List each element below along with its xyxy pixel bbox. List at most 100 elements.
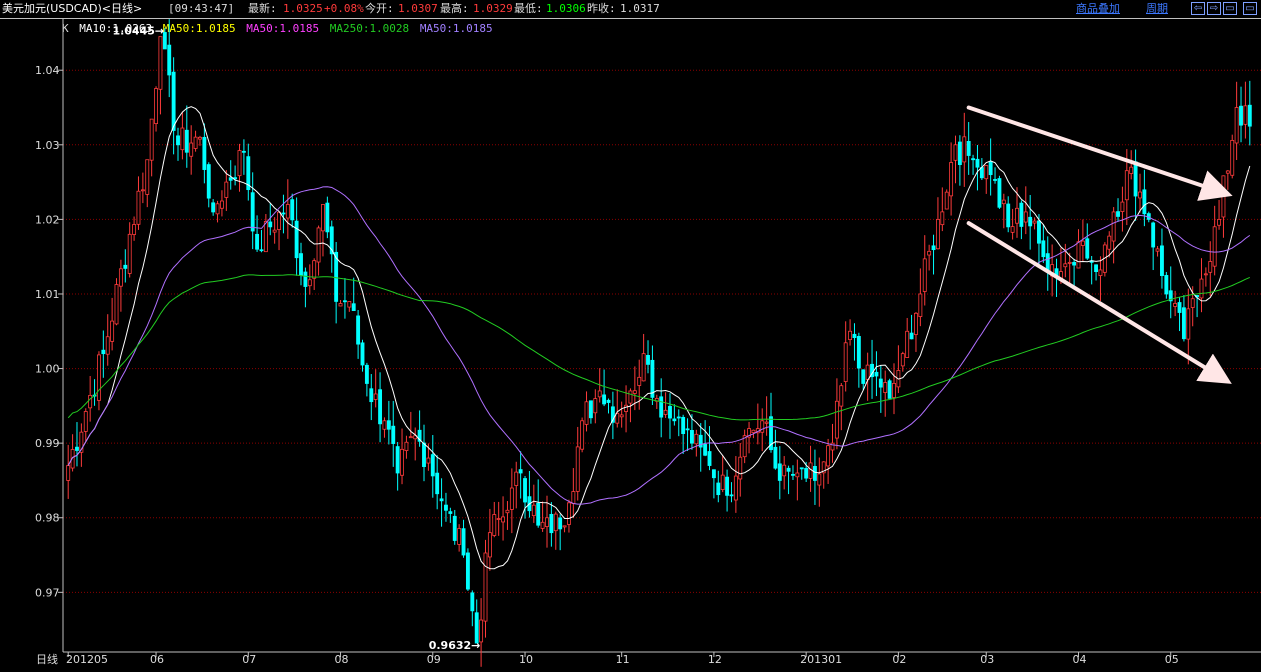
candle-body [865,364,870,380]
candle-body [1019,202,1024,227]
low-annotation: 0.9632→ [429,639,481,652]
candle-body [874,371,879,377]
candle-body [856,336,861,369]
candle-body [426,457,431,464]
candle-body [250,192,255,232]
candle-body [953,144,958,161]
candle-body [597,390,602,398]
candle-body [501,516,506,523]
candle-body [1041,240,1046,258]
candle-body [672,418,677,422]
candle-body [786,467,791,472]
x-tick-label: 201301 [800,653,842,666]
candle-body [567,502,571,525]
candle-body [75,446,79,451]
candle-body [979,167,984,179]
candle-body [136,190,141,225]
candle-body [435,472,440,495]
candle-body [224,181,229,198]
candle-body [914,312,918,335]
candle-body [1063,263,1068,268]
candle-body [373,393,378,400]
candle-body [1225,170,1230,174]
x-tick-label: 12 [708,653,722,666]
candle-body [386,420,391,430]
candle-body [97,354,101,401]
candle-body [1221,175,1226,218]
candle-body [782,464,787,477]
y-tick-label: 1.01 [35,288,60,301]
y-tick-label: 1.00 [35,363,60,376]
candle-body [268,221,273,228]
candle-body [105,336,110,355]
candle-body [1032,220,1037,224]
candle-body [1006,203,1011,228]
x-tick-label: 04 [1072,653,1086,666]
candle-body [1080,240,1085,246]
y-tick-label: 1.03 [35,139,60,152]
candle-body [1142,189,1147,215]
x-tick-label: 10 [519,653,533,666]
y-tick-label: 0.98 [35,512,60,525]
candle-body [509,487,514,510]
candle-body [540,521,545,529]
ma50-line [67,186,1251,505]
candle-body [470,592,475,612]
candle-body [1072,261,1077,266]
price-chart[interactable]: 日线 0.97 0.98 0.99 1.00 1.01 1.02 1.03 1.04 20120… [0,0,1261,672]
candle-body [545,517,549,527]
candle-body [1190,298,1195,308]
candle-body [690,430,694,444]
candle-body [325,202,330,233]
candle-body [1129,166,1134,174]
x-tick-label: 06 [150,653,164,666]
x-tick-label: 11 [616,653,630,666]
candle-body [927,250,932,256]
candle-body [158,36,163,90]
candle-body [733,475,738,501]
candle-body [650,359,655,398]
candle-body [773,446,778,469]
candle-body [360,342,365,366]
candle-body [1094,264,1099,273]
candle-body [1164,275,1169,295]
candle-body [562,525,567,528]
candle-body [575,446,580,492]
candle-body [531,504,536,517]
candle-body [457,528,462,545]
candle-body [118,268,123,287]
candle-body [312,260,317,279]
candle-body [1085,238,1090,259]
candle-body [795,472,800,478]
candle-body [993,179,997,181]
candle-body [132,224,137,235]
x-tick-label: 07 [242,653,256,666]
candle-body [1243,105,1248,125]
candle-body [1247,104,1252,127]
candle-body [878,378,883,388]
candle-body [646,354,650,365]
candle-body [518,469,523,474]
candle-body [628,390,633,404]
candle-body [1037,220,1041,244]
candle-body [430,454,435,477]
candle-body [444,504,448,511]
candle-body [487,532,492,558]
candle-body [369,388,374,403]
ma10-line [67,106,1251,570]
candle-body [843,342,848,382]
candle-body [971,158,976,161]
candle-body [281,212,286,215]
candle-body [294,220,299,259]
candle-body [703,444,708,456]
candle-body [1177,302,1182,313]
candle-body [1217,218,1221,226]
x-tick-label: 201205 [66,653,108,666]
candle-body [88,394,93,409]
candle-body [140,189,145,192]
candle-body [1234,107,1239,144]
candle-body [720,474,725,491]
candle-body [949,162,954,197]
candle-body [694,433,699,445]
candle-body [571,491,576,505]
